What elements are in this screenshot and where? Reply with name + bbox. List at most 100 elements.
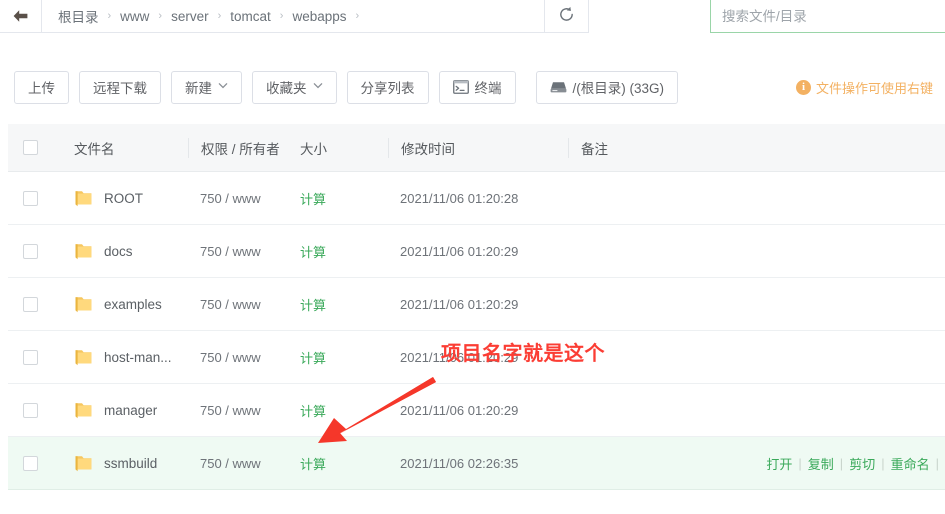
upload-button[interactable]: 上传 <box>14 70 69 104</box>
breadcrumb-item-4[interactable]: webapps <box>292 9 346 24</box>
file-name-link[interactable]: ssmbuild <box>104 456 157 471</box>
file-name-link[interactable]: manager <box>104 403 157 418</box>
disk-selector-button[interactable]: /(根目录) (33G) <box>535 70 679 104</box>
table-body: ROOT 750 / www 计算 2021/11/06 01:20:28 docs 75… <box>8 172 945 490</box>
terminal-button-label: 终端 <box>474 81 502 96</box>
calculate-size-link[interactable]: 计算 <box>300 351 326 366</box>
path-bar: 根目录 › www › server › tomcat › webapps › <box>0 0 945 33</box>
breadcrumb-item-1[interactable]: www <box>120 9 149 24</box>
folder-icon <box>52 188 104 208</box>
refresh-button[interactable] <box>545 0 589 33</box>
file-name-cell: docs <box>52 241 188 261</box>
calculate-size-link[interactable]: 计算 <box>300 457 326 472</box>
disk-selector-label: /(根目录) (33G) <box>572 81 665 96</box>
terminal-icon <box>452 80 469 94</box>
table-row[interactable]: manager 750 / www 计算 2021/11/06 01:20:29 <box>8 384 945 437</box>
folder-icon <box>52 241 104 261</box>
action-separator: | <box>881 455 885 471</box>
breadcrumb-separator: › <box>158 10 163 22</box>
new-button[interactable]: 新建 <box>171 70 242 104</box>
file-name-cell: manager <box>52 400 188 420</box>
column-header-note[interactable]: 备注 <box>568 137 708 158</box>
upload-button-label: 上传 <box>28 81 55 96</box>
folder-icon <box>52 347 104 367</box>
breadcrumb-item-2[interactable]: server <box>171 9 209 24</box>
file-modified-cell: 2021/11/06 01:20:29 <box>400 402 519 418</box>
file-modified-cell: 2021/11/06 01:20:29 <box>400 349 519 365</box>
file-modified-cell: 2021/11/06 01:20:28 <box>400 190 519 206</box>
row-actions: 打开 | 复制 | 剪切 | 重命名 | <box>766 454 945 473</box>
action-separator: | <box>839 455 844 471</box>
file-modified-cell: 2021/11/06 01:20:29 <box>400 296 519 312</box>
file-permission-cell: 750 / www <box>200 455 261 471</box>
right-click-tip-label: 文件操作可使用右键 <box>815 80 933 96</box>
file-table: 文件名 权限 / 所有者 大小 修改时间 备注 ROOT 750 / www 计算 2… <box>8 124 945 490</box>
calculate-size-link[interactable]: 计算 <box>300 298 326 313</box>
column-header-size[interactable]: 大小 <box>288 138 388 158</box>
pathbar-spacer <box>589 0 710 33</box>
breadcrumb-item-0[interactable]: 根目录 <box>58 6 99 26</box>
copy-action-link[interactable]: 复制 <box>808 454 834 473</box>
remote-download-button[interactable]: 远程下载 <box>79 70 161 104</box>
row-checkbox[interactable] <box>22 349 38 365</box>
file-name-link[interactable]: examples <box>104 297 162 312</box>
rename-action-link[interactable]: 重命名 <box>891 454 930 473</box>
search-box <box>710 0 945 33</box>
row-select-cell <box>8 455 52 471</box>
file-name-link[interactable]: host-man... <box>104 350 172 365</box>
table-row[interactable]: ROOT 750 / www 计算 2021/11/06 01:20:28 <box>8 172 945 225</box>
hard-drive-icon <box>550 81 567 94</box>
chevron-down-icon <box>313 82 323 92</box>
terminal-button[interactable]: 终端 <box>438 70 516 104</box>
breadcrumb-item-3[interactable]: tomcat <box>230 9 271 24</box>
table-header-row: 文件名 权限 / 所有者 大小 修改时间 备注 <box>8 124 945 172</box>
open-action-link[interactable]: 打开 <box>766 454 792 473</box>
row-select-cell <box>8 190 52 206</box>
table-row[interactable]: examples 750 / www 计算 2021/11/06 01:20:29 <box>8 278 945 331</box>
column-header-permission[interactable]: 权限 / 所有者 <box>188 137 288 158</box>
file-size-cell: 计算 <box>288 242 388 261</box>
file-permission-cell: 750 / www <box>200 243 261 259</box>
action-separator: | <box>798 455 802 471</box>
calculate-size-link[interactable]: 计算 <box>300 245 326 260</box>
favorites-button[interactable]: 收藏夹 <box>252 70 337 104</box>
breadcrumb: 根目录 › www › server › tomcat › webapps › <box>42 0 545 33</box>
table-row[interactable]: host-man... 750 / www 计算 2021/11/06 01:20:2… <box>8 331 945 384</box>
row-checkbox[interactable] <box>22 296 38 312</box>
file-name-link[interactable]: docs <box>104 244 133 259</box>
table-row[interactable]: docs 750 / www 计算 2021/11/06 01:20:29 <box>8 225 945 278</box>
breadcrumb-separator-trailing: › <box>355 10 360 22</box>
table-row[interactable]: ssmbuild 750 / www 计算 2021/11/06 02:26:35 打开… <box>8 437 945 490</box>
row-select-cell <box>8 243 52 259</box>
breadcrumb-separator: › <box>217 10 222 22</box>
file-permission-cell: 750 / www <box>200 402 261 418</box>
file-name-link[interactable]: ROOT <box>104 191 143 206</box>
search-input[interactable] <box>710 0 945 33</box>
row-checkbox[interactable] <box>22 190 38 206</box>
row-checkbox[interactable] <box>22 402 38 418</box>
calculate-size-link[interactable]: 计算 <box>300 404 326 419</box>
file-size-cell: 计算 <box>288 454 388 473</box>
new-button-label: 新建 <box>185 81 212 96</box>
arrow-left-icon <box>12 9 29 23</box>
remote-download-button-label: 远程下载 <box>93 81 147 96</box>
favorites-button-label: 收藏夹 <box>266 81 307 96</box>
file-permission-cell: 750 / www <box>200 190 261 206</box>
row-checkbox[interactable] <box>22 455 38 471</box>
row-actions-cell: 打开 | 复制 | 剪切 | 重命名 | <box>708 454 945 473</box>
row-checkbox[interactable] <box>22 243 38 259</box>
share-list-button[interactable]: 分享列表 <box>346 70 429 104</box>
file-modified-cell: 2021/11/06 02:26:35 <box>400 455 519 471</box>
calculate-size-link[interactable]: 计算 <box>300 192 326 207</box>
file-permission-cell: 750 / www <box>200 296 261 312</box>
column-header-modified[interactable]: 修改时间 <box>388 137 568 158</box>
select-all-checkbox[interactable] <box>22 140 38 155</box>
cut-action-link[interactable]: 剪切 <box>849 454 875 473</box>
column-header-filename[interactable]: 文件名 <box>52 138 188 158</box>
action-separator: | <box>935 455 939 471</box>
back-button[interactable] <box>0 0 42 33</box>
breadcrumb-separator: › <box>279 10 284 22</box>
toolbar: 上传 远程下载 新建 收藏夹 分享列表 终端 /(根目录) (33G) i 文件… <box>0 62 945 112</box>
file-name-cell: host-man... <box>52 347 188 367</box>
file-name-cell: ROOT <box>52 188 188 208</box>
